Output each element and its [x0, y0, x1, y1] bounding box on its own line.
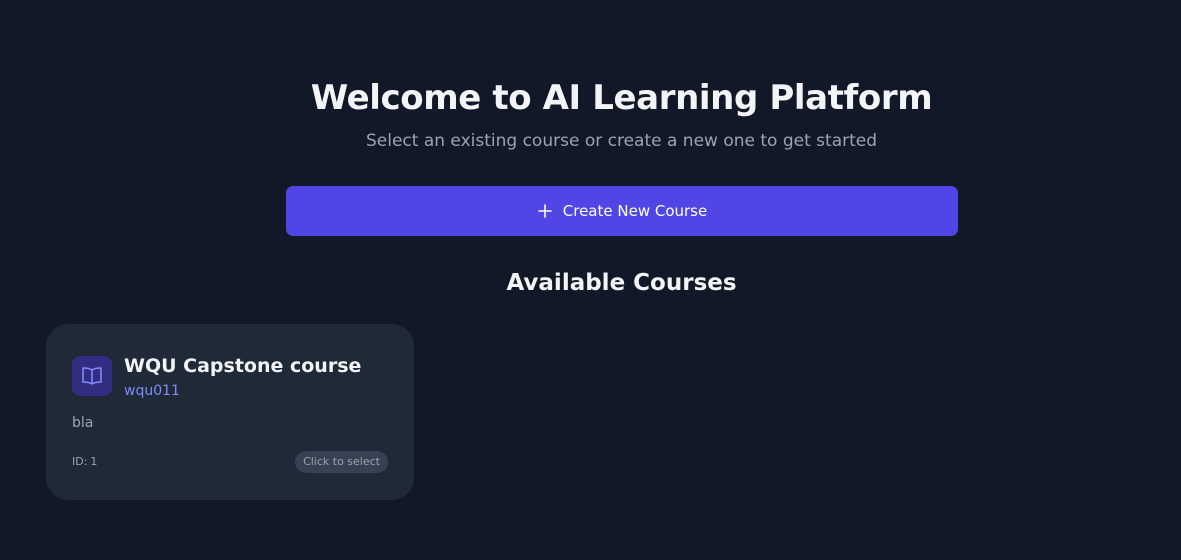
page-title: Welcome to AI Learning Platform [310, 78, 933, 118]
create-new-course-label: Create New Course [562, 202, 708, 220]
welcome-page: Welcome to AI Learning Platform Select a… [0, 0, 1181, 560]
course-code: wqu011 [124, 383, 180, 399]
book-icon [82, 367, 102, 385]
course-card[interactable]: WQU Capstone course wqu011 bla ID: 1 Clic… [46, 324, 414, 500]
create-new-course-button[interactable]: Create New Course [286, 186, 958, 236]
page-subtitle: Select an existing course or create a ne… [365, 131, 878, 151]
plus-icon [537, 204, 552, 218]
course-description: bla [72, 415, 94, 431]
course-name: WQU Capstone course [124, 355, 362, 377]
course-icon-container [72, 356, 112, 396]
available-courses-heading: Available Courses [506, 270, 737, 296]
course-id-value: 1 [90, 455, 98, 468]
course-id: ID: 1 [72, 454, 97, 470]
course-id-label: ID: [72, 455, 88, 468]
select-badge[interactable]: Click to select [295, 451, 388, 473]
